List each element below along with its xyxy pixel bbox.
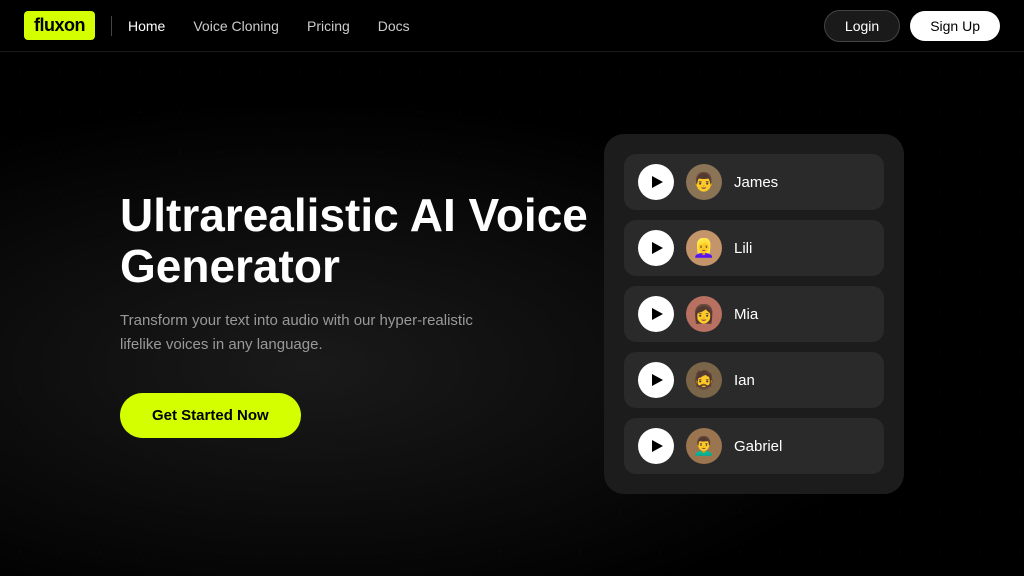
nav-links: Home Voice Cloning Pricing Docs (128, 18, 410, 34)
voice-panel: 👨 James 👱‍♀️ Lili 👩 Mia 🧔 Ian (604, 134, 904, 494)
play-button-lili[interactable] (638, 230, 674, 266)
hero-subtitle: Transform your text into audio with our … (120, 309, 500, 357)
play-icon (652, 440, 663, 452)
voice-card-mia[interactable]: 👩 Mia (624, 286, 884, 342)
nav-link-home[interactable]: Home (128, 18, 165, 34)
hero-title: Ultrarealistic AI Voice Generator (120, 190, 600, 291)
nav-link-pricing[interactable]: Pricing (307, 18, 350, 34)
hero-section: Ultrarealistic AI Voice Generator Transf… (0, 52, 1024, 576)
play-button-mia[interactable] (638, 296, 674, 332)
play-button-gabriel[interactable] (638, 428, 674, 464)
navbar: fluxon Home Voice Cloning Pricing Docs L… (0, 0, 1024, 52)
nav-link-voice-cloning[interactable]: Voice Cloning (193, 18, 279, 34)
avatar-james: 👨 (686, 164, 722, 200)
avatar-gabriel: 👨‍🦱 (686, 428, 722, 464)
play-button-james[interactable] (638, 164, 674, 200)
nav-actions: Login Sign Up (824, 10, 1000, 42)
avatar-mia: 👩 (686, 296, 722, 332)
voice-name-gabriel: Gabriel (734, 438, 782, 455)
play-icon (652, 242, 663, 254)
cta-button[interactable]: Get Started Now (120, 393, 301, 438)
voice-card-james[interactable]: 👨 James (624, 154, 884, 210)
voice-card-gabriel[interactable]: 👨‍🦱 Gabriel (624, 418, 884, 474)
login-button[interactable]: Login (824, 10, 900, 42)
voice-card-lili[interactable]: 👱‍♀️ Lili (624, 220, 884, 276)
play-icon (652, 374, 663, 386)
signup-button[interactable]: Sign Up (910, 11, 1000, 41)
avatar-lili: 👱‍♀️ (686, 230, 722, 266)
hero-content: Ultrarealistic AI Voice Generator Transf… (120, 190, 600, 438)
nav-link-docs[interactable]: Docs (378, 18, 410, 34)
voice-name-mia: Mia (734, 306, 758, 323)
voice-card-ian[interactable]: 🧔 Ian (624, 352, 884, 408)
voice-name-ian: Ian (734, 372, 755, 389)
voice-name-james: James (734, 174, 778, 191)
avatar-ian: 🧔 (686, 362, 722, 398)
play-button-ian[interactable] (638, 362, 674, 398)
play-icon (652, 308, 663, 320)
brand-logo[interactable]: fluxon (24, 11, 95, 40)
play-icon (652, 176, 663, 188)
voice-name-lili: Lili (734, 240, 752, 257)
nav-divider (111, 16, 112, 36)
